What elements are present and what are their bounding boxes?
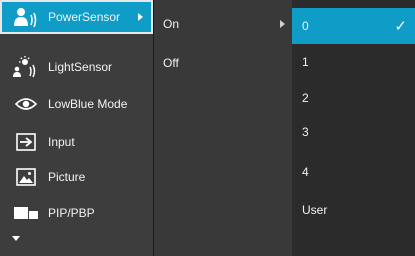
pip-pbp-icon [12,202,40,224]
menu-item-label: Picture [48,170,86,184]
picture-icon [12,166,40,188]
menu-item-label: LightSensor [48,60,113,74]
menu-item-input[interactable]: Input [0,125,153,159]
option-label: 3 [302,125,309,139]
option-0[interactable]: 0 ✓ [292,8,415,44]
menu-item-lightsensor[interactable]: LightSensor [0,50,153,84]
menu-item-pip-pbp[interactable]: PIP/PBP [0,196,153,230]
chevron-right-icon [280,20,285,28]
option-2[interactable]: 2 [292,80,415,116]
option-label: 2 [302,91,309,105]
option-label: User [302,203,328,217]
option-1[interactable]: 1 [292,44,415,80]
eye-icon [12,93,40,115]
submenu-item-label: Off [163,56,179,70]
menu-item-powersensor[interactable]: PowerSensor [0,0,153,34]
submenu: On Off [153,0,293,256]
menu-item-label: Input [48,135,75,149]
menu-item-label: LowBlue Mode [48,97,128,111]
submenu-item-on[interactable]: On [154,7,293,41]
chevron-right-icon [138,13,143,21]
input-icon [12,131,40,153]
option-3[interactable]: 3 [292,114,415,150]
menu-item-lowblue-mode[interactable]: LowBlue Mode [0,87,153,121]
menu-item-label: PIP/PBP [48,206,95,220]
option-4[interactable]: 4 [292,154,415,190]
option-label: 1 [302,55,309,69]
osd-menu: PowerSensor LightSensor LowBlue Mode Inp… [0,0,415,256]
option-user[interactable]: User [292,192,415,228]
menu-item-label: PowerSensor [48,10,121,24]
menu-item-picture[interactable]: Picture [0,160,153,194]
light-sensor-icon [12,56,40,78]
option-label: 0 [302,19,309,33]
chevron-down-icon[interactable] [12,236,20,241]
power-sensor-icon [12,6,40,28]
option-label: 4 [302,165,309,179]
submenu-item-off[interactable]: Off [154,46,293,80]
options-list: 0 ✓ 1 2 3 4 User [292,0,415,256]
checkmark-icon: ✓ [394,17,407,35]
submenu-item-label: On [163,17,180,31]
main-menu: PowerSensor LightSensor LowBlue Mode Inp… [0,0,153,256]
